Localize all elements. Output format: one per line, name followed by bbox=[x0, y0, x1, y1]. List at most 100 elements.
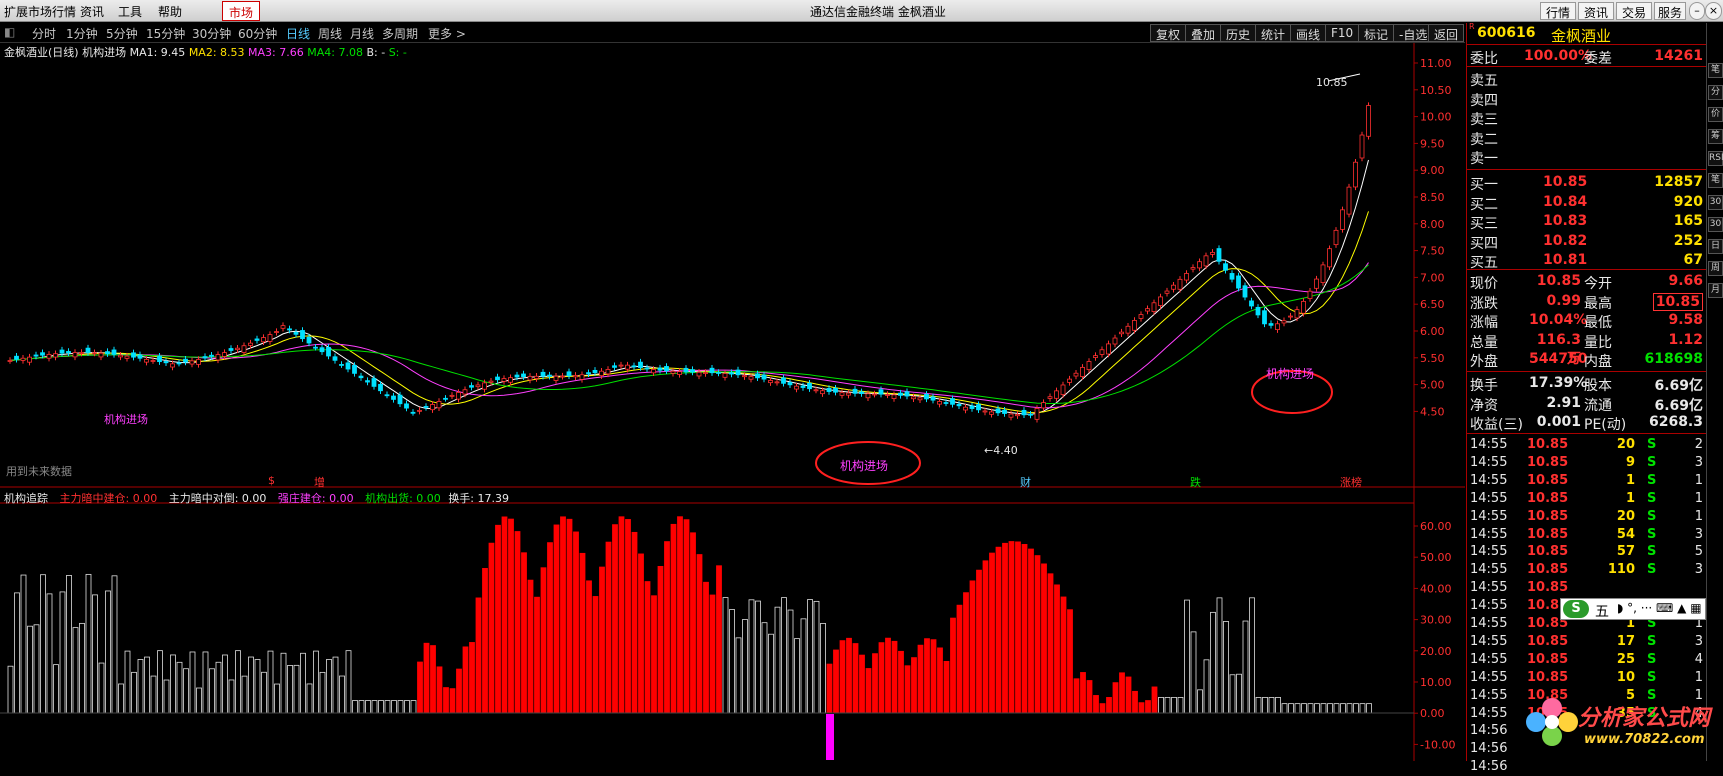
stats-button[interactable]: 统计 bbox=[1255, 24, 1292, 42]
stat-label: 最高 bbox=[1584, 295, 1612, 312]
tick-direction: S bbox=[1647, 562, 1657, 578]
market-button[interactable]: 市场 bbox=[222, 1, 261, 21]
tick-price: 10.85 bbox=[1527, 472, 1569, 488]
tick-time: 14:55 bbox=[1470, 705, 1508, 721]
ime-tools-icon[interactable]: ◗ °, ··· ⌨ ▲ ▦ bbox=[1617, 601, 1702, 615]
ime-toolbar[interactable]: S 五 ◗ °, ··· ⌨ ▲ ▦ bbox=[1560, 598, 1706, 620]
period-30min[interactable]: 30分钟 bbox=[192, 25, 231, 42]
ime-logo-icon[interactable]: S bbox=[1563, 600, 1589, 618]
sidebar-tool-2[interactable]: 价 bbox=[1708, 107, 1723, 122]
trade-button[interactable]: 交易 bbox=[1616, 2, 1653, 20]
tick-time: 14:55 bbox=[1470, 562, 1508, 578]
period-weekly[interactable]: 周线 bbox=[318, 25, 342, 42]
info-button[interactable]: 资讯 bbox=[1578, 2, 1615, 20]
quote-panel: R 600616 金枫酒业 委比 100.00% 委差 14261 卖五 卖四 卖三… bbox=[1466, 22, 1707, 774]
stat-label: 收益(三) bbox=[1470, 417, 1523, 433]
period-1min[interactable]: 1分钟 bbox=[66, 25, 98, 42]
sidebar-tool-4[interactable]: RSI bbox=[1708, 151, 1723, 166]
period-daily[interactable]: 日线 bbox=[286, 25, 310, 42]
sidebar-tool-0[interactable]: 笔 bbox=[1708, 63, 1723, 78]
brand-watermark: 分析家公式网 www.70822.com bbox=[1522, 690, 1722, 760]
period-monthly[interactable]: 月线 bbox=[350, 25, 374, 42]
candlesticks bbox=[7, 102, 1371, 423]
tick-volume: 110 bbox=[1607, 562, 1635, 578]
sidebar-tool-3[interactable]: 筹 bbox=[1708, 129, 1723, 144]
buy-volume: 165 bbox=[1673, 213, 1703, 229]
buy-price[interactable]: 10.85 bbox=[1543, 174, 1587, 190]
event-marker[interactable]: $ bbox=[268, 474, 275, 487]
service-button[interactable]: 服务 bbox=[1654, 2, 1687, 20]
sidebar-tool-5[interactable]: 笔 bbox=[1708, 173, 1723, 188]
low-price-label: ←4.40 bbox=[984, 444, 1018, 457]
period-more[interactable]: 更多 > bbox=[428, 25, 466, 42]
buy-level-label: 买二 bbox=[1470, 196, 1498, 213]
restore-rights-button[interactable]: 复权 bbox=[1150, 24, 1187, 42]
tick-time: 14:56 bbox=[1470, 759, 1508, 775]
buy-price[interactable]: 10.81 bbox=[1543, 252, 1587, 268]
chart-area[interactable]: 11.00 10.50 10.00 9.50 9.00 8.50 8.00 7.50 7.00 6… bbox=[0, 43, 1465, 761]
tick-time: 14:55 bbox=[1470, 508, 1508, 524]
stat-label: 量比 bbox=[1584, 334, 1612, 351]
annotation-label: 机构进场 bbox=[1266, 367, 1315, 381]
tick-price: 10.85 bbox=[1527, 651, 1569, 667]
buy-price[interactable]: 10.84 bbox=[1543, 194, 1587, 210]
buy-price[interactable]: 10.82 bbox=[1543, 233, 1587, 249]
event-marker[interactable]: 涨榜 bbox=[1340, 474, 1362, 490]
stat-label: 流通 bbox=[1584, 397, 1612, 414]
brand-name: 分析家公式网 bbox=[1578, 706, 1711, 731]
sidebar-tool-7[interactable]: 30 bbox=[1708, 217, 1723, 232]
f10-button[interactable]: F10 bbox=[1325, 24, 1360, 42]
window-title: 通达信金融终端 金枫酒业 bbox=[810, 5, 946, 19]
minimize-icon[interactable]: – bbox=[1689, 2, 1705, 20]
sub-indicator-name[interactable]: 机构追踪 bbox=[4, 492, 48, 505]
menu-news[interactable]: 资讯 bbox=[80, 3, 104, 20]
menu-tools[interactable]: 工具 bbox=[118, 3, 142, 20]
menu-help[interactable]: 帮助 bbox=[158, 3, 182, 20]
tick-price: 10.85 bbox=[1527, 454, 1569, 470]
event-marker[interactable]: 增 bbox=[314, 474, 325, 490]
close-icon[interactable]: × bbox=[1705, 2, 1722, 20]
brand-url: www.70822.com bbox=[1584, 732, 1705, 747]
event-marker[interactable]: 跌 bbox=[1190, 474, 1201, 490]
period-intraday[interactable]: 分时 bbox=[32, 25, 56, 42]
period-60min[interactable]: 60分钟 bbox=[238, 25, 277, 42]
menu-extended-market[interactable]: 扩展市场行情 bbox=[4, 3, 76, 20]
draw-button[interactable]: 画线 bbox=[1290, 24, 1327, 42]
price-tick: 10.00 bbox=[1420, 111, 1452, 124]
period-multi[interactable]: 多周期 bbox=[382, 25, 418, 42]
high-price-label: 10.85 bbox=[1316, 76, 1348, 89]
stat-value: 0.99 bbox=[1546, 292, 1581, 309]
event-marker[interactable]: 财 bbox=[1020, 474, 1031, 490]
sidebar-tool-6[interactable]: 30 bbox=[1708, 195, 1723, 210]
quotes-button[interactable]: 行情 bbox=[1540, 2, 1577, 20]
stat-value: 2.91 bbox=[1546, 394, 1581, 411]
period-15min[interactable]: 15分钟 bbox=[146, 25, 185, 42]
stat-label: 最低 bbox=[1584, 315, 1612, 331]
tick-time: 14:55 bbox=[1470, 526, 1508, 542]
weicha-value: 14261 bbox=[1654, 48, 1703, 64]
stat-value: 6.69亿 bbox=[1654, 378, 1703, 394]
overlay-button[interactable]: 叠加 bbox=[1185, 24, 1222, 42]
history-button[interactable]: 历史 bbox=[1220, 24, 1257, 42]
sidebar-tool-9[interactable]: 周 bbox=[1708, 261, 1723, 276]
counter-value: 主力暗中对倒: 0.00 bbox=[168, 492, 267, 505]
tick-volume: 17 bbox=[1616, 633, 1635, 649]
ime-mode[interactable]: 五 bbox=[1595, 601, 1609, 621]
sidebar-tool-10[interactable]: 月 bbox=[1708, 283, 1723, 298]
layout-icon[interactable]: ◧ bbox=[4, 25, 15, 39]
period-5min[interactable]: 5分钟 bbox=[106, 25, 138, 42]
tick-time: 14:56 bbox=[1470, 741, 1508, 757]
tick-price: 10.85 bbox=[1527, 580, 1569, 596]
tick-row: 14:55 10.85 54 S 3 bbox=[1467, 526, 1707, 544]
back-button[interactable]: 返回 bbox=[1428, 24, 1465, 42]
stat-value: 10.85 bbox=[1536, 273, 1581, 289]
sidebar-tool-1[interactable]: 分 bbox=[1708, 85, 1723, 100]
mark-button[interactable]: 标记 bbox=[1358, 24, 1395, 42]
buy-price[interactable]: 10.83 bbox=[1543, 213, 1587, 229]
sidebar-tool-8[interactable]: 日 bbox=[1708, 239, 1723, 254]
tick-volume: 10 bbox=[1616, 669, 1635, 685]
stat-label: 股本 bbox=[1584, 378, 1612, 394]
price-tick: 8.50 bbox=[1420, 191, 1445, 204]
annotation-label: 机构进场 bbox=[840, 459, 889, 473]
moving-average-lines bbox=[9, 159, 1369, 415]
